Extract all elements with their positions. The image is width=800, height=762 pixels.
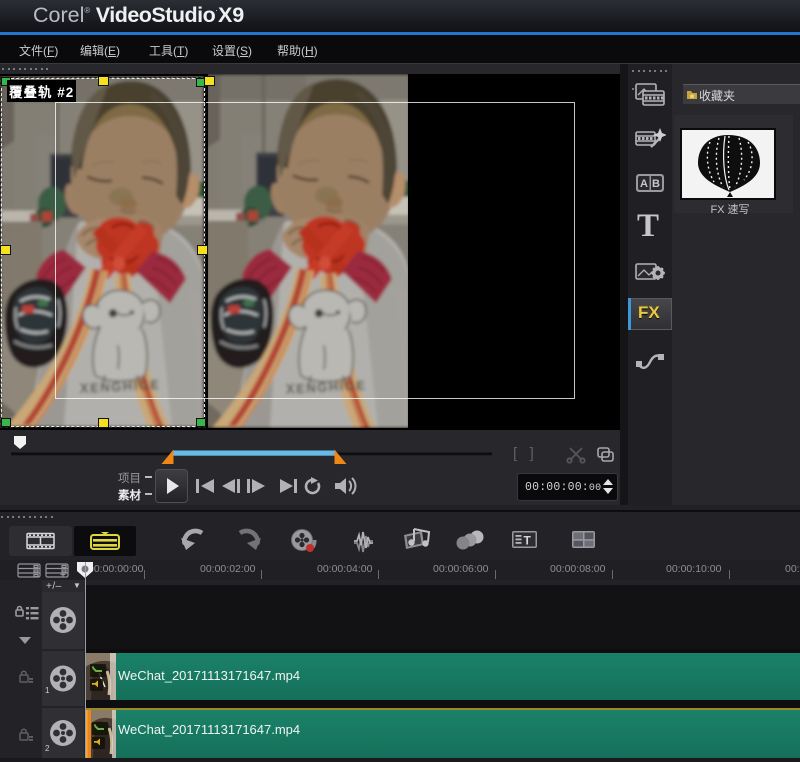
svg-text:B: B: [652, 178, 660, 190]
svg-text:T: T: [524, 534, 532, 548]
svg-text:A: A: [640, 178, 648, 190]
